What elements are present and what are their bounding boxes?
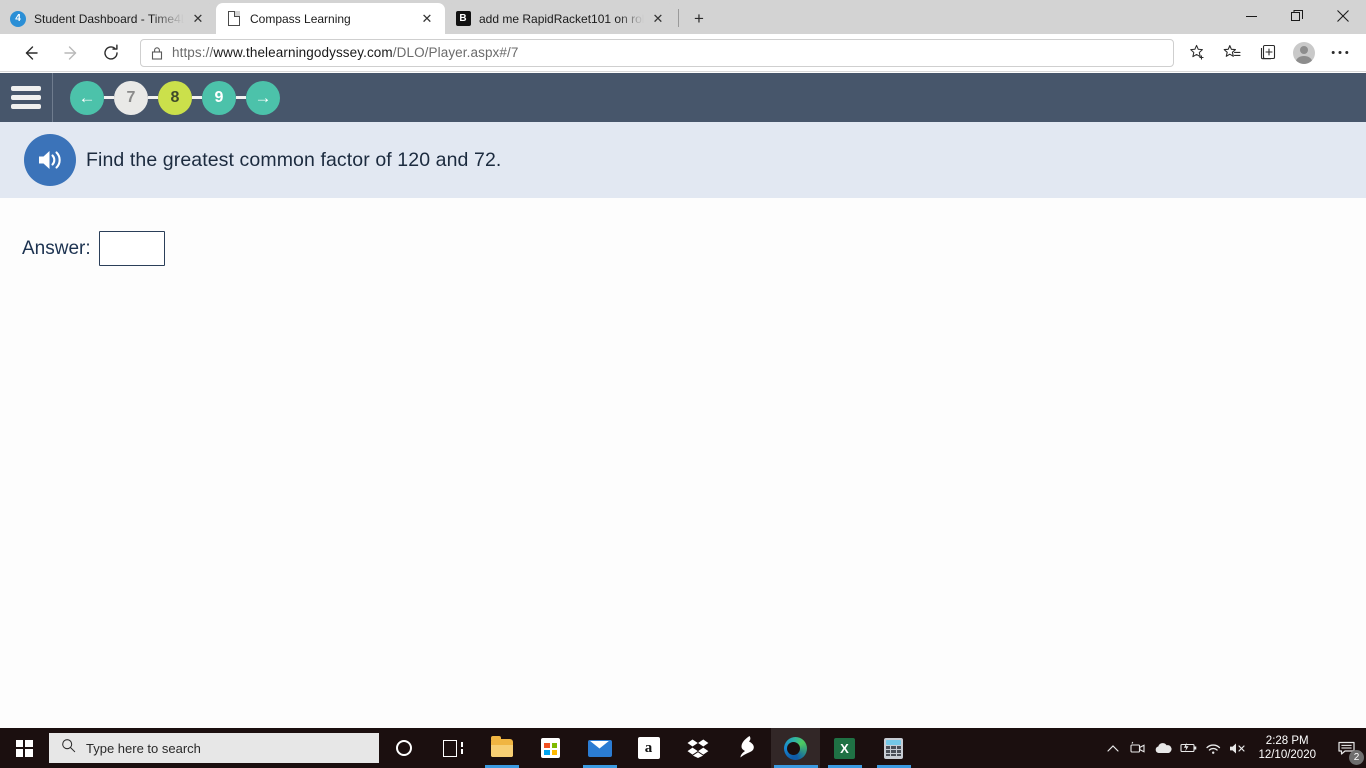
tab-title: Compass Learning xyxy=(250,12,413,26)
step-7-button[interactable]: 7 xyxy=(114,81,148,115)
reload-button[interactable] xyxy=(94,38,128,68)
cortana-icon[interactable] xyxy=(379,728,428,768)
topbar-divider xyxy=(52,73,53,122)
taskbar-app-icons: a X xyxy=(379,728,918,768)
start-button[interactable] xyxy=(0,728,48,768)
wifi-icon[interactable] xyxy=(1200,728,1225,768)
task-view-icon[interactable] xyxy=(428,728,477,768)
close-icon[interactable]: ✕ xyxy=(417,9,437,29)
windows-logo-icon xyxy=(16,740,33,757)
browser-toolbar: https://www.thelearningodyssey.com/DLO/P… xyxy=(0,34,1366,72)
tab-title: add me RapidRacket101 on rob xyxy=(479,12,644,26)
collections-icon[interactable] xyxy=(1250,38,1286,68)
battery-charging-icon[interactable] xyxy=(1175,728,1200,768)
windows-taskbar: Type here to search a xyxy=(0,728,1366,768)
favicon-text: 4 xyxy=(10,11,26,27)
prev-question-button[interactable]: ← xyxy=(70,81,104,115)
close-icon[interactable]: ✕ xyxy=(648,9,668,29)
browser-tab-strip: 4 Student Dashboard - Time4Learn ✕ Compa… xyxy=(0,0,1366,34)
taskbar-search-placeholder: Type here to search xyxy=(86,741,201,756)
arrow-left-icon: ← xyxy=(79,89,96,106)
menu-icon[interactable] xyxy=(0,73,52,122)
brainly-icon: B xyxy=(455,11,471,27)
url-text: https://www.thelearningodyssey.com/DLO/P… xyxy=(172,45,518,60)
answer-label: Answer: xyxy=(22,238,91,260)
camera-icon[interactable] xyxy=(1125,728,1150,768)
taskbar-search-box[interactable]: Type here to search xyxy=(49,733,379,763)
clock[interactable]: 2:28 PM 12/10/2020 xyxy=(1258,728,1316,768)
back-button[interactable] xyxy=(14,38,48,68)
amazon-icon[interactable]: a xyxy=(624,728,673,768)
tab-title: Student Dashboard - Time4Learn xyxy=(34,12,184,26)
browser-tab-2[interactable]: Compass Learning ✕ xyxy=(216,3,445,34)
question-banner: Find the greatest common factor of 120 a… xyxy=(0,122,1366,198)
search-icon xyxy=(61,738,76,758)
time4learning-icon: 4 xyxy=(10,11,26,27)
close-icon[interactable]: ✕ xyxy=(188,9,208,29)
step-8-button[interactable]: 8 xyxy=(158,81,192,115)
window-controls xyxy=(1228,0,1366,32)
favicon-text: B xyxy=(456,11,471,26)
clock-date: 12/10/2020 xyxy=(1258,748,1316,762)
browser-tab-1[interactable]: 4 Student Dashboard - Time4Learn ✕ xyxy=(0,3,216,34)
lesson-navigation-bar: ← 7 8 9 → xyxy=(0,73,1366,122)
question-text: Find the greatest common factor of 120 a… xyxy=(86,149,501,172)
lock-icon xyxy=(151,46,163,60)
next-question-button[interactable]: → xyxy=(246,81,280,115)
question-stepper: ← 7 8 9 → xyxy=(70,81,280,115)
notifications-button[interactable]: 2 xyxy=(1326,728,1366,768)
speaker-icon[interactable] xyxy=(24,134,76,186)
forward-button xyxy=(54,38,88,68)
profile-avatar[interactable] xyxy=(1286,38,1322,68)
toolbar-right-icons xyxy=(1214,38,1366,68)
volume-muted-icon[interactable] xyxy=(1225,728,1250,768)
calculator-icon[interactable] xyxy=(869,728,918,768)
dropbox-icon[interactable] xyxy=(673,728,722,768)
stepper-connector xyxy=(104,96,114,99)
stepper-connector xyxy=(192,96,202,99)
favorites-icon[interactable] xyxy=(1214,38,1250,68)
mail-icon[interactable] xyxy=(575,728,624,768)
document-icon xyxy=(226,11,242,27)
answer-input[interactable] xyxy=(99,231,165,266)
url-scheme: https:// xyxy=(172,45,213,60)
new-tab-button[interactable]: + xyxy=(685,4,713,32)
stepper-connector xyxy=(236,96,246,99)
page-content: ← 7 8 9 → Find the greatest common facto… xyxy=(0,73,1366,728)
step-9-button[interactable]: 9 xyxy=(202,81,236,115)
answer-row: Answer: xyxy=(0,198,1366,266)
show-hidden-icons[interactable] xyxy=(1100,728,1125,768)
tab-divider xyxy=(678,9,679,27)
microsoft-edge-icon[interactable] xyxy=(771,728,820,768)
system-tray: 2:28 PM 12/10/2020 2 xyxy=(1100,728,1366,768)
browser-tab-3[interactable]: B add me RapidRacket101 on rob ✕ xyxy=(445,3,676,34)
microsoft-store-icon[interactable] xyxy=(526,728,575,768)
onedrive-icon[interactable] xyxy=(1150,728,1175,768)
url-path: /DLO/Player.aspx#/7 xyxy=(393,45,519,60)
clock-time: 2:28 PM xyxy=(1266,734,1309,748)
minimize-icon[interactable] xyxy=(1228,0,1274,32)
avatar xyxy=(1293,42,1315,64)
close-icon[interactable] xyxy=(1320,0,1366,32)
arrow-right-icon: → xyxy=(255,89,272,106)
file-explorer-icon[interactable] xyxy=(477,728,526,768)
stepper-connector xyxy=(148,96,158,99)
lightning-icon[interactable] xyxy=(722,728,771,768)
notification-badge: 2 xyxy=(1349,750,1364,765)
url-host: www.thelearningodyssey.com xyxy=(213,45,392,60)
restore-icon[interactable] xyxy=(1274,0,1320,32)
settings-more-icon[interactable] xyxy=(1322,38,1358,68)
excel-icon[interactable]: X xyxy=(820,728,869,768)
add-favorite-icon[interactable] xyxy=(1182,39,1212,67)
address-bar[interactable]: https://www.thelearningodyssey.com/DLO/P… xyxy=(140,39,1174,67)
